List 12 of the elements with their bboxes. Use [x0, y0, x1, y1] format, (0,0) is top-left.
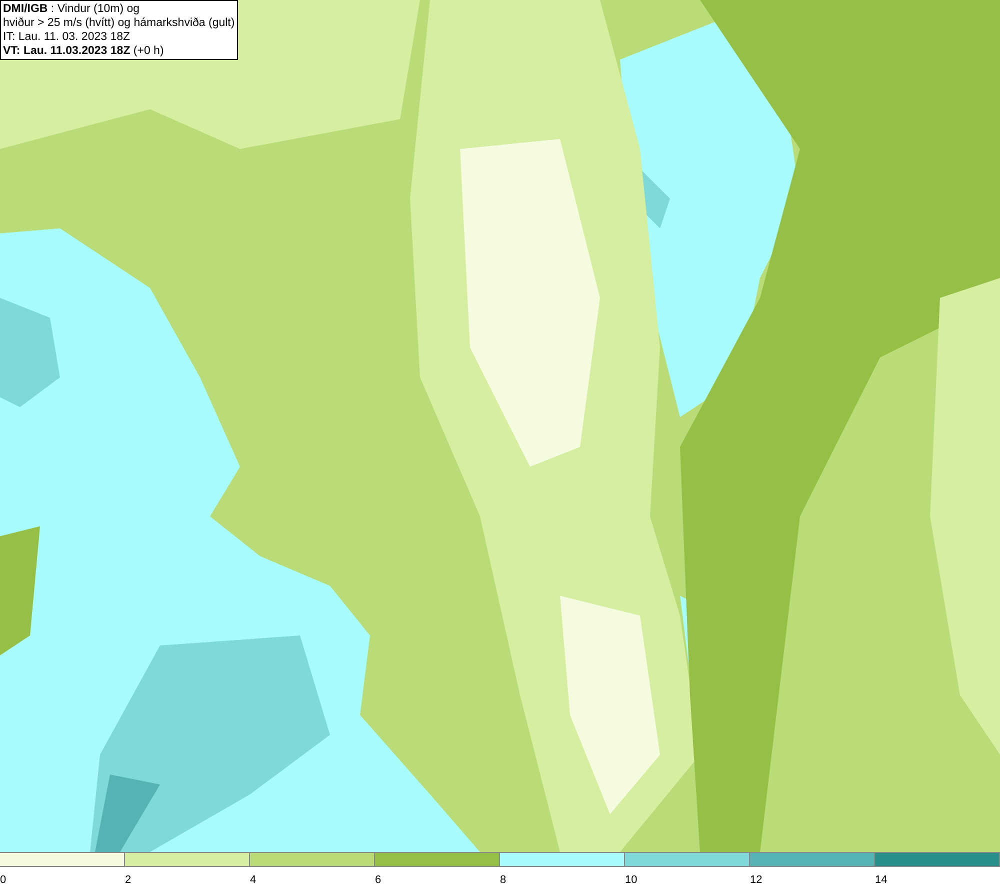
- info-text: hviður > 25 m/s (hvítt) og hámarkshviða (gult): [3, 16, 235, 30]
- legend-label: 10: [625, 874, 638, 886]
- legend-label: 12: [750, 874, 762, 886]
- legend-label: 2: [125, 874, 132, 886]
- info-text: DMI/IGB : Vindur (10m) og: [3, 2, 141, 16]
- legend-label: 8: [500, 874, 506, 886]
- legend-label: 6: [375, 874, 382, 886]
- legend-label: 14: [875, 874, 888, 886]
- info-text: IT: Lau. 11. 03. 2023 18Z: [3, 30, 132, 44]
- legend-label: 4: [250, 874, 256, 886]
- info-text: VT: Lau. 11.03.2023 18Z (+0 h): [3, 44, 165, 58]
- legend-label: 0: [0, 874, 6, 886]
